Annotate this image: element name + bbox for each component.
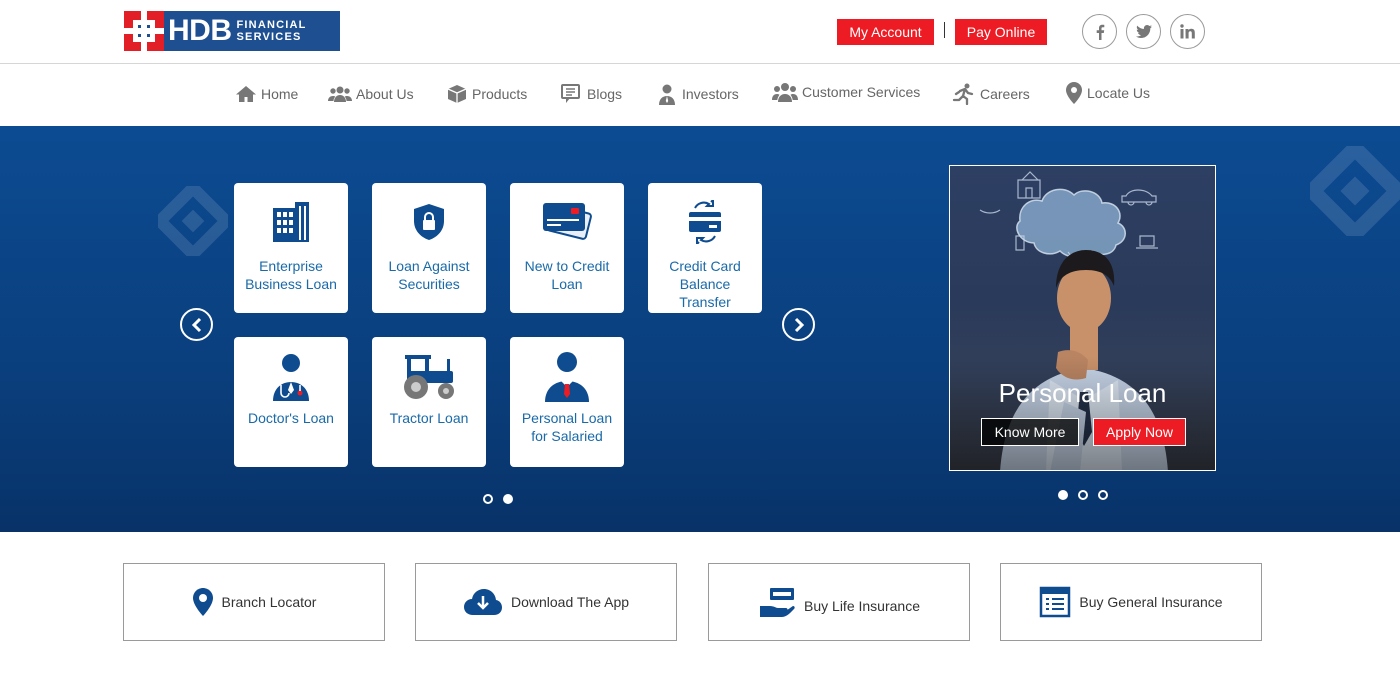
- product-tile-personal-loan-for-salaried[interactable]: Personal Loan for Salaried: [510, 337, 624, 467]
- runner-icon: [952, 83, 974, 105]
- building-icon: [273, 202, 309, 242]
- tile-label: Enterprise Business Loan: [245, 258, 337, 292]
- promo-title: Personal Loan: [998, 378, 1167, 408]
- hand-insurance-icon: [760, 588, 795, 617]
- chevron-right-icon: [794, 317, 804, 332]
- users-icon: [772, 83, 798, 102]
- tile-label: Loan Against Securities: [388, 258, 470, 292]
- logo-text: HDB FINANCIAL SERVICES: [164, 11, 340, 51]
- nav-label-customer-services: Customer Services: [802, 84, 921, 100]
- nav-label-about-us: About Us: [356, 86, 414, 102]
- doctor-icon: [273, 354, 309, 401]
- logo-mark-icon: [124, 11, 164, 51]
- promo-dot-1[interactable]: [1058, 490, 1068, 500]
- hdb-logo[interactable]: HDB FINANCIAL SERVICES: [124, 11, 340, 51]
- watermark-icon-right: [1310, 146, 1400, 236]
- product-tile-new-to-credit-loan[interactable]: New to Credit Loan: [510, 183, 624, 313]
- cube-icon: [447, 85, 467, 103]
- pay-online-button[interactable]: Pay Online: [955, 19, 1047, 45]
- twitter-icon[interactable]: [1126, 14, 1161, 49]
- download-app-button[interactable]: Download The App: [415, 563, 677, 641]
- carousel-dot-2[interactable]: [503, 494, 513, 504]
- nav-label-investors: Investors: [682, 86, 739, 102]
- logo-line2: SERVICES: [236, 31, 302, 43]
- businessman-icon: [545, 352, 589, 402]
- tile-label: Doctor's Loan: [248, 410, 334, 426]
- nav-label-home: Home: [261, 86, 299, 102]
- tile-label: Personal Loan for Salaried: [521, 410, 613, 444]
- watermark-icon: [158, 186, 228, 256]
- product-tile-credit-card-balance-transfer[interactable]: Credit Card Balance Transfer: [648, 183, 762, 313]
- nav-products[interactable]: Products: [446, 82, 527, 106]
- nav-home[interactable]: Home: [235, 82, 298, 106]
- linkedin-icon[interactable]: [1170, 14, 1205, 49]
- product-tile-doctors-loan[interactable]: Doctor's Loan: [234, 337, 348, 467]
- nav-blogs[interactable]: Blogs: [561, 82, 622, 106]
- branch-locator-button[interactable]: Branch Locator: [123, 563, 385, 641]
- know-more-button[interactable]: Know More: [981, 418, 1079, 446]
- map-pin-icon: [1066, 82, 1082, 104]
- hero-banner: Enterprise Business Loan Loan Against Se…: [0, 126, 1400, 532]
- logo-main-text: HDB: [168, 14, 232, 47]
- tile-label: New to Credit Loan: [524, 258, 610, 292]
- personal-loan-promo: Personal Loan Know More Apply Now: [949, 165, 1216, 471]
- carousel-prev-button[interactable]: [180, 308, 213, 341]
- tile-label: Tractor Loan: [389, 410, 469, 426]
- nav-label-careers: Careers: [980, 86, 1030, 102]
- header-divider: [944, 22, 945, 38]
- promo-dot-3[interactable]: [1098, 490, 1108, 500]
- card-transfer-icon: [689, 200, 721, 244]
- branch-locator-label: Branch Locator: [221, 594, 317, 610]
- buy-life-insurance-label: Buy Life Insurance: [804, 598, 920, 614]
- tractor-icon: [404, 355, 454, 399]
- tile-label: Credit Card Balance Transfer: [669, 258, 741, 310]
- facebook-icon[interactable]: [1082, 14, 1117, 49]
- nav-investors[interactable]: Investors: [656, 82, 739, 106]
- buy-general-insurance-button[interactable]: Buy General Insurance: [1000, 563, 1262, 641]
- my-account-button[interactable]: My Account: [837, 19, 934, 45]
- map-pin-icon: [192, 588, 213, 616]
- main-nav: Home About Us Products Blogs Investors C…: [0, 64, 1400, 126]
- nav-locate-us[interactable]: Locate Us: [1065, 81, 1150, 105]
- nav-label-blogs: Blogs: [587, 86, 623, 102]
- nav-label-locate-us: Locate Us: [1087, 85, 1151, 101]
- promo-dot-2[interactable]: [1078, 490, 1088, 500]
- group-icon: [328, 86, 352, 102]
- nav-about-us[interactable]: About Us: [328, 82, 414, 106]
- product-tile-tractor-loan[interactable]: Tractor Loan: [372, 337, 486, 467]
- nav-careers[interactable]: Careers: [952, 82, 1030, 106]
- nav-customer-services[interactable]: Customer Services: [772, 80, 920, 104]
- document-list-icon: [1040, 586, 1071, 618]
- top-header: HDB FINANCIAL SERVICES My Account Pay On…: [0, 0, 1400, 64]
- credit-cards-icon: [543, 203, 592, 240]
- chevron-left-icon: [191, 317, 201, 332]
- buy-life-insurance-button[interactable]: Buy Life Insurance: [708, 563, 970, 641]
- download-app-label: Download The App: [510, 594, 630, 610]
- shield-lock-icon: [414, 204, 444, 240]
- chat-icon: [561, 84, 580, 103]
- carousel-next-button[interactable]: [782, 308, 815, 341]
- logo-line1: FINANCIAL: [236, 19, 307, 31]
- person-icon: [659, 84, 675, 105]
- carousel-dot-1[interactable]: [483, 494, 493, 504]
- buy-general-insurance-label: Buy General Insurance: [1079, 594, 1223, 610]
- product-tile-loan-against-securities[interactable]: Loan Against Securities: [372, 183, 486, 313]
- logo-sub-text: FINANCIAL SERVICES: [237, 19, 307, 43]
- product-tile-enterprise-business-loan[interactable]: Enterprise Business Loan: [234, 183, 348, 313]
- cloud-download-icon: [463, 589, 502, 615]
- home-icon: [236, 86, 256, 102]
- nav-label-products: Products: [472, 86, 528, 102]
- apply-now-button[interactable]: Apply Now: [1093, 418, 1186, 446]
